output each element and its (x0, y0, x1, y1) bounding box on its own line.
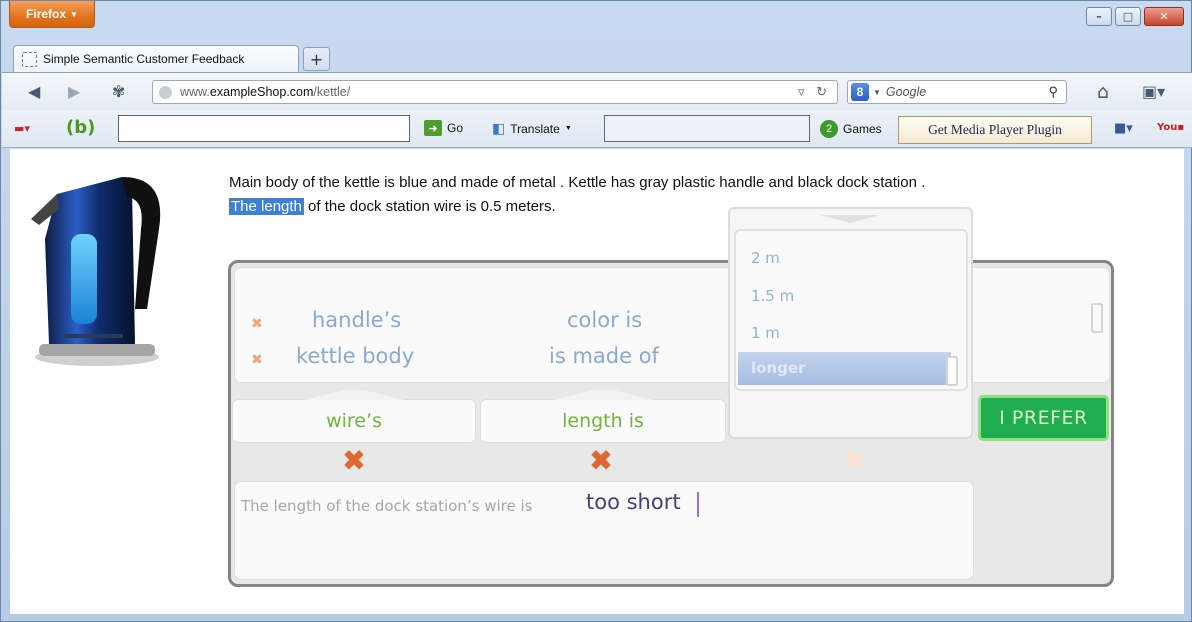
tab-active[interactable]: Simple Semantic Customer Feedback (13, 45, 299, 72)
slot-notch (304, 390, 404, 400)
forward-icon[interactable]: ▶ (68, 82, 80, 102)
identity-icon[interactable]: ✾ (112, 82, 125, 102)
feedback-composer[interactable]: The length of the dock station’s wire is… (235, 482, 973, 579)
page-favicon-icon (22, 51, 37, 67)
chevron-down-icon: ▼ (70, 9, 78, 19)
slot-notch (553, 390, 653, 400)
phrase-suggestions-box: ✖ handle’s color is ✖ kettle body is mad… (235, 268, 1109, 382)
i-prefer-label: I PREFER (999, 407, 1088, 429)
flag-icon[interactable]: ▬▾ (14, 119, 30, 139)
text-caret (697, 492, 699, 517)
maximize-icon: □ (1122, 10, 1134, 23)
addon-toolbar: ▬▾ (b) ➜ Go ◧ Translate ▼ 2 Games Get Me… (2, 110, 1192, 148)
page-content: Main body of the kettle is blue and made… (10, 149, 1184, 614)
i-prefer-button[interactable]: I PREFER (978, 395, 1109, 441)
selected-text-highlight[interactable]: The length (229, 198, 304, 215)
chevron-down-icon: ▼ (564, 125, 572, 132)
selected-option-label: longer (751, 359, 806, 377)
url-tools: ▿ ↻ (798, 84, 827, 100)
translate-input[interactable] (604, 115, 810, 142)
search-bar[interactable]: 8 ▼ Google ⚲ (847, 80, 1067, 104)
url-bar[interactable]: www. exampleShop.com /kettle/ ▿ ↻ (152, 80, 838, 104)
reload-icon[interactable]: ↻ (816, 84, 827, 99)
maximize-button[interactable]: □ (1115, 7, 1141, 26)
back-icon[interactable]: ◀ (28, 82, 40, 102)
dropdown-options-list: 2 m 1.5 m 1 m longer (734, 229, 968, 391)
dropdown-scrollbar[interactable] (946, 356, 958, 386)
go-arrow-icon: ➜ (424, 120, 442, 136)
url-domain: exampleShop.com (209, 85, 314, 99)
firefox-menu-button[interactable]: Firefox ▼ (9, 1, 95, 28)
firefox-menu-label: Firefox (26, 7, 67, 21)
tab-title: Simple Semantic Customer Feedback (43, 52, 245, 66)
games-button[interactable]: 2 Games (820, 120, 882, 138)
remove-slot-icon[interactable]: ✖ (587, 444, 615, 477)
search-icon[interactable]: ⚲ (1048, 84, 1058, 100)
search-placeholder: Google (885, 85, 927, 99)
minimize-button[interactable]: – (1086, 7, 1112, 26)
engine-dropdown-icon[interactable]: ▼ (873, 88, 881, 97)
composer-value-text: too short (586, 490, 681, 514)
slot-label: length is (562, 410, 644, 432)
browser-window: Firefox ▼ – □ ✕ Simple Semantic Customer… (0, 0, 1192, 622)
home-icon[interactable]: ⌂ (1097, 82, 1109, 102)
value-dropdown[interactable]: 2 m 1.5 m 1 m longer (728, 207, 973, 439)
go-label: Go (447, 121, 464, 135)
chip-handles[interactable]: handle’s (312, 308, 401, 332)
description-line-2-rest: of the dock station wire is 0.5 meters. (303, 198, 556, 215)
new-tab-button[interactable]: + (303, 47, 330, 71)
google-engine-icon[interactable]: 8 (851, 83, 869, 101)
bookmark-star-icon[interactable]: ▿ (798, 84, 805, 99)
addon-logo-icon[interactable]: (b) (66, 117, 95, 138)
remove-chip-icon[interactable]: ✖ (251, 352, 263, 368)
remove-slot-icon[interactable]: ✖ (340, 444, 368, 477)
chip-kettle-body[interactable]: kettle body (296, 344, 414, 368)
translate-icon: ◧ (492, 120, 506, 136)
description-line-2: The length of the dock station wire is 0… (229, 195, 1109, 219)
facebook-icon[interactable]: ■▾ (1114, 119, 1133, 139)
games-icon: 2 (820, 120, 838, 138)
option-1-5m[interactable]: 1.5 m (751, 287, 794, 305)
chips-scrollbar[interactable] (1091, 303, 1103, 333)
navigation-bar: ◀ ▶ ✾ www. exampleShop.com /kettle/ ▿ ↻ … (2, 72, 1192, 110)
chip-is-made-of[interactable]: is made of (549, 344, 659, 368)
chip-color-is[interactable]: color is (567, 308, 642, 332)
feedback-widget: ✖ handle’s color is ✖ kettle body is mad… (228, 260, 1114, 587)
option-longer-selected[interactable]: longer (738, 352, 951, 385)
slot-label: wire’s (326, 410, 382, 432)
bookmarks-menu-icon[interactable]: ▣▾ (1142, 82, 1165, 102)
url-prefix: www. (180, 85, 210, 99)
selected-slot-wires[interactable]: wire’s (233, 390, 475, 442)
kettle-product-image (31, 177, 161, 366)
games-label: Games (843, 122, 882, 136)
product-description: Main body of the kettle is blue and made… (229, 171, 1109, 219)
globe-icon (159, 85, 172, 99)
selected-slot-length-is[interactable]: length is (481, 390, 725, 442)
close-button[interactable]: ✕ (1144, 7, 1184, 26)
composer-prefix-text: The length of the dock station’s wire is (241, 497, 533, 515)
media-player-plugin-button[interactable]: Get Media Player Plugin (898, 116, 1092, 144)
remove-chip-icon[interactable]: ✖ (251, 316, 263, 332)
dropdown-scroll-up-icon[interactable] (820, 215, 880, 223)
minimize-icon: – (1096, 10, 1102, 23)
close-icon: ✕ (1159, 10, 1169, 23)
addon-search-input[interactable] (118, 115, 410, 142)
youtube-icon[interactable]: You▪ (1157, 118, 1184, 138)
option-1m[interactable]: 1 m (751, 324, 780, 342)
translate-label: Translate (510, 121, 560, 136)
option-2m[interactable]: 2 m (751, 249, 780, 267)
url-path: /kettle/ (313, 85, 351, 99)
translate-button[interactable]: ◧ Translate ▼ (492, 120, 572, 137)
go-button[interactable]: ➜ Go (424, 120, 463, 136)
media-plugin-label: Get Media Player Plugin (928, 122, 1062, 137)
remove-slot-icon[interactable]: ✖ (840, 444, 868, 477)
plus-icon: + (309, 49, 324, 69)
description-line-1: Main body of the kettle is blue and made… (229, 174, 926, 191)
